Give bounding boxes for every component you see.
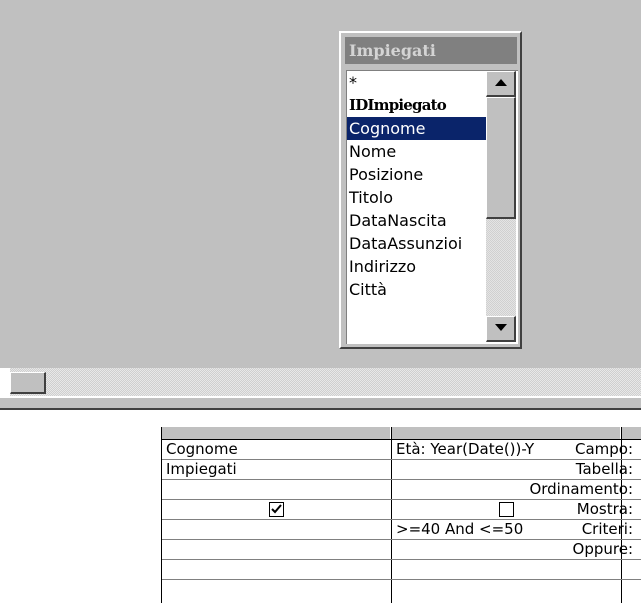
field-item[interactable]: DataAssunzioi [347,232,486,255]
criteri-cell-2[interactable]: >=40 And <=50 [392,520,620,539]
hscroll-thumb[interactable] [10,372,46,394]
scroll-thumb[interactable] [486,97,516,219]
ordinamento-cell-2[interactable] [392,480,620,499]
ordinamento-cell-1[interactable] [162,480,390,499]
field-item[interactable]: DataNascita [347,209,486,232]
oppure-cell-2[interactable] [392,540,620,559]
field-list-scrollbar[interactable] [486,71,516,342]
field-item[interactable]: Nome [347,140,486,163]
field-item-selected[interactable]: Cognome [347,117,486,140]
scroll-up-button[interactable] [486,71,516,97]
field-item-primary-key[interactable]: IDImpiegato [347,94,486,117]
criteri-cell-1[interactable] [162,520,390,539]
campo-cell-2[interactable]: Età: Year(Date())-Y [392,440,620,459]
field-list-window[interactable]: Impiegati * IDImpiegato Cognome Nome Pos… [339,31,522,349]
field-list-title[interactable]: Impiegati [345,37,517,64]
field-item[interactable]: Città [347,278,486,301]
arrow-down-icon [495,324,507,331]
qbe-grid: Campo: Tabella: Ordinamento: Mostra: Cri… [0,410,641,603]
field-item[interactable]: Indirizzo [347,255,486,278]
field-item-all[interactable]: * [347,71,486,94]
campo-cell-1[interactable]: Cognome [162,440,390,459]
mostra-checkbox-2[interactable] [499,502,514,517]
hscroll-left-edge [0,368,10,396]
tables-pane-hscrollbar[interactable] [0,368,641,396]
field-list-box[interactable]: * IDImpiegato Cognome Nome Posizione Tit… [346,70,518,344]
field-item[interactable]: Posizione [347,163,486,186]
tabella-cell-2[interactable] [392,460,620,479]
tabella-cell-1[interactable]: Impiegati [162,460,390,479]
mostra-checkbox-1[interactable] [269,502,284,517]
row-label-mostra: Mostra: [576,500,633,518]
arrow-up-icon [495,79,507,86]
tables-pane: Impiegati * IDImpiegato Cognome Nome Pos… [0,0,641,368]
field-item[interactable]: Titolo [347,186,486,209]
oppure-cell-1[interactable] [162,540,390,559]
checkmark-icon [271,504,282,514]
grid-lines [161,427,641,603]
pane-splitter[interactable] [0,396,641,410]
scroll-down-button[interactable] [486,316,516,342]
